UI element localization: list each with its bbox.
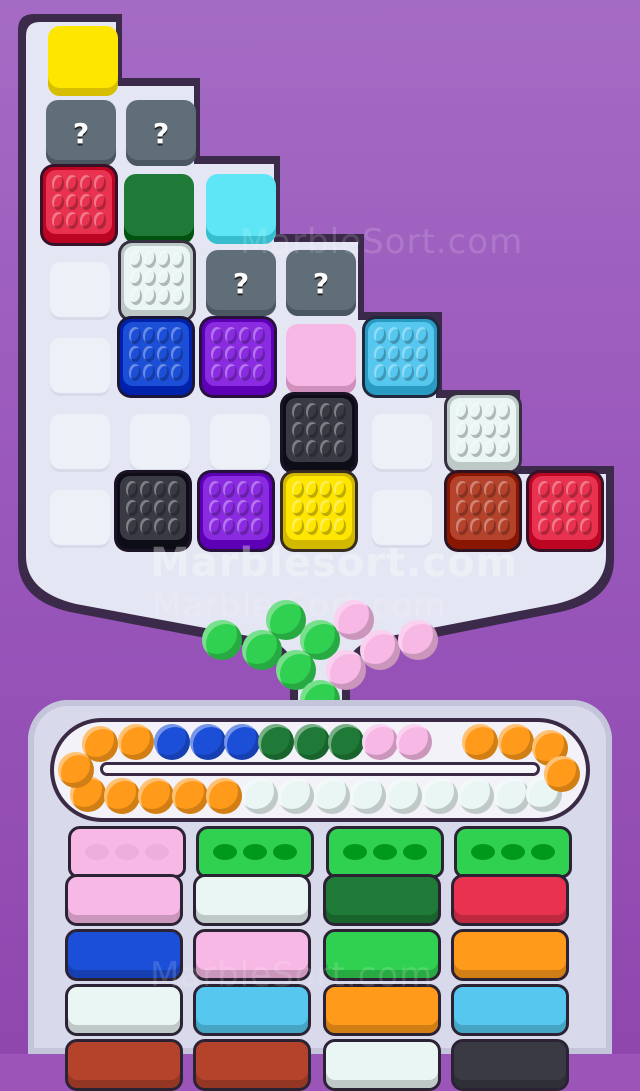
orange-conveyor-marble bbox=[544, 756, 580, 792]
brown-sort-slab[interactable] bbox=[193, 1039, 311, 1091]
red-sort-slab[interactable] bbox=[451, 874, 569, 926]
empty-slot bbox=[50, 338, 110, 396]
pink-marble bbox=[360, 630, 400, 670]
red-marble-block[interactable] bbox=[526, 470, 604, 552]
slot-hole bbox=[471, 844, 495, 860]
white-sort-slab[interactable] bbox=[323, 1039, 441, 1091]
black-marble-block[interactable] bbox=[280, 392, 358, 474]
green_dark-sort-slab[interactable] bbox=[323, 874, 441, 926]
orange-conveyor-marble bbox=[206, 778, 242, 814]
sky-marble-block[interactable] bbox=[362, 316, 440, 398]
black-sort-slab[interactable] bbox=[451, 1039, 569, 1091]
white-conveyor-marble bbox=[494, 778, 530, 814]
white-marble-block[interactable] bbox=[444, 392, 522, 474]
orange-conveyor-marble bbox=[138, 778, 174, 814]
slot-hole bbox=[373, 844, 397, 860]
slot-hole bbox=[501, 844, 525, 860]
slot-hole bbox=[273, 844, 297, 860]
mystery-block[interactable]: ? bbox=[46, 100, 116, 166]
green_dark-conveyor-marble bbox=[258, 724, 294, 760]
orange-conveyor-marble bbox=[172, 778, 208, 814]
brown-sort-slab[interactable] bbox=[65, 1039, 183, 1091]
slot-hole bbox=[85, 844, 109, 860]
empty-slot bbox=[50, 414, 110, 472]
green-marble bbox=[202, 620, 242, 660]
slot-hole bbox=[213, 844, 237, 860]
white-conveyor-marble bbox=[350, 778, 386, 814]
slot-hole bbox=[343, 844, 367, 860]
slot-hole bbox=[531, 844, 555, 860]
green-sort-column-top[interactable] bbox=[454, 826, 572, 878]
empty-slot bbox=[130, 414, 190, 472]
white-conveyor-marble bbox=[458, 778, 494, 814]
yellow-block[interactable] bbox=[48, 26, 118, 96]
blue-conveyor-marble bbox=[190, 724, 226, 760]
conveyor-divider bbox=[100, 762, 540, 776]
blue-conveyor-marble bbox=[154, 724, 190, 760]
pink-block[interactable] bbox=[286, 324, 356, 394]
orange-sort-slab[interactable] bbox=[451, 929, 569, 981]
red-marble-block[interactable] bbox=[40, 164, 118, 246]
pink-sort-column-top[interactable] bbox=[68, 826, 186, 878]
pink-marble bbox=[398, 620, 438, 660]
purple-marble-block[interactable] bbox=[199, 316, 277, 398]
green_dark-conveyor-marble bbox=[294, 724, 330, 760]
slot-hole bbox=[145, 844, 169, 860]
orange-conveyor-marble bbox=[58, 752, 94, 788]
slot-hole bbox=[115, 844, 139, 860]
white-conveyor-marble bbox=[386, 778, 422, 814]
sky-sort-slab[interactable] bbox=[451, 984, 569, 1036]
white-sort-slab[interactable] bbox=[193, 874, 311, 926]
watermark-text: MarbleSort.com bbox=[150, 955, 434, 995]
orange-conveyor-marble bbox=[118, 724, 154, 760]
green-sort-column-top[interactable] bbox=[196, 826, 314, 878]
slot-hole bbox=[403, 844, 427, 860]
white-marble-block[interactable] bbox=[118, 240, 196, 322]
mystery-block[interactable]: ? bbox=[126, 100, 196, 166]
white-conveyor-marble bbox=[242, 778, 278, 814]
pink-sort-slab[interactable] bbox=[65, 874, 183, 926]
blue-conveyor-marble bbox=[224, 724, 260, 760]
slot-hole bbox=[243, 844, 267, 860]
green-sort-column-top[interactable] bbox=[326, 826, 444, 878]
empty-slot bbox=[372, 414, 432, 472]
pink-marble bbox=[326, 650, 366, 690]
pink-conveyor-marble bbox=[396, 724, 432, 760]
blue-marble-block[interactable] bbox=[117, 316, 195, 398]
green_dark-conveyor-marble bbox=[328, 724, 364, 760]
white-conveyor-marble bbox=[278, 778, 314, 814]
orange-conveyor-marble bbox=[104, 778, 140, 814]
watermark-text: MarbleSort.com bbox=[240, 222, 524, 262]
orange-conveyor-marble bbox=[462, 724, 498, 760]
watermark-text: Marblesort.com bbox=[150, 540, 519, 586]
empty-slot bbox=[210, 414, 270, 472]
white-conveyor-marble bbox=[314, 778, 350, 814]
white-conveyor-marble bbox=[422, 778, 458, 814]
empty-slot bbox=[50, 262, 110, 320]
pink-conveyor-marble bbox=[362, 724, 398, 760]
empty-slot bbox=[50, 490, 110, 548]
orange-conveyor-marble bbox=[498, 724, 534, 760]
green_dark-block[interactable] bbox=[124, 174, 194, 244]
